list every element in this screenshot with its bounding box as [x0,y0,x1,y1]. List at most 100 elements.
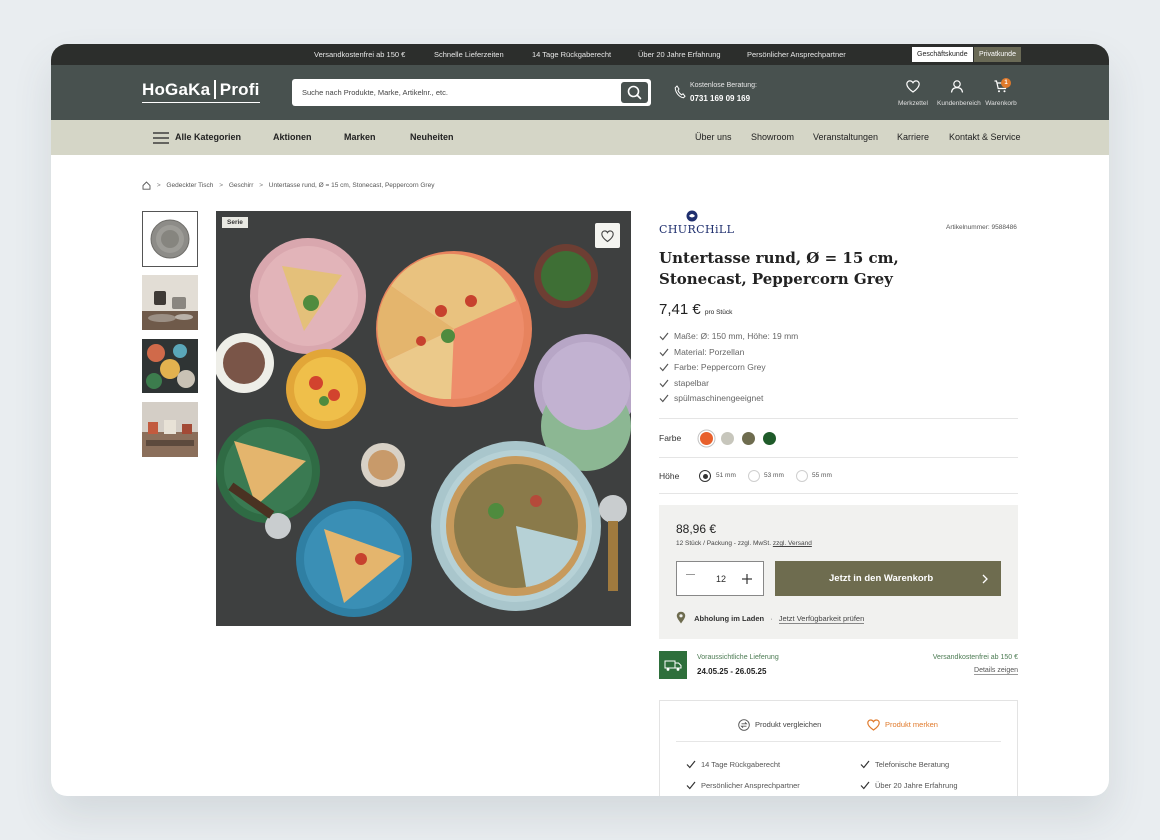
home-icon[interactable] [142,181,151,190]
quantity-value[interactable]: 12 [712,574,730,584]
check-icon [659,332,669,341]
location-pin-icon [676,611,686,624]
search-input[interactable] [302,85,602,100]
free-shipping-note: Versandkostenfrei ab 150 € [932,654,1018,661]
brand-name: CHURCHiLL [659,223,735,236]
nav-neuheiten[interactable]: Neuheiten [410,132,454,142]
gallery-thumbnail-2[interactable] [142,275,198,330]
compare-product-button[interactable]: Produkt vergleichen [738,719,821,731]
product-main-image[interactable]: Serie [216,211,631,626]
pickup-label: Abholung im Laden [694,614,765,623]
unit-price: 7,41 € pro Stück [659,301,732,318]
divider [659,418,1018,419]
segment-private[interactable]: Privatkunde [974,47,1021,62]
gallery-thumbnail-3[interactable] [142,339,198,393]
image-wishlist-button[interactable] [595,223,620,248]
article-number: Artikelnummer: 9588486 [946,224,1017,231]
cart-link[interactable]: 1 Warenkorb [981,78,1021,107]
delivery-dates: 24.05.25 - 26.05.25 [697,667,767,676]
color-label: Farbe [659,433,682,443]
check-icon [860,781,870,790]
usp-box-item: Über 20 Jahre Erfahrung [860,781,958,790]
breadcrumb-item[interactable]: Gedeckter Tisch [166,182,213,189]
height-option-label: 53 mm [764,472,784,479]
feature-item: Maße: Ø: 150 mm, Höhe: 19 mm [659,331,798,347]
nav-kontakt-service[interactable]: Kontakt & Service [949,132,1021,142]
phone-icon [674,85,686,99]
food-table-illustration [216,211,631,626]
check-icon [659,363,669,372]
divider [676,741,1001,742]
account-label: Kundenbereich [937,100,981,107]
cart-count-badge: 1 [1001,78,1011,88]
wishlist-link[interactable]: Merkzettel [893,80,933,107]
check-availability-link[interactable]: Jetzt Verfügbarkeit prüfen [778,614,865,624]
heart-icon [906,80,920,93]
account-link[interactable]: Kundenbereich [937,80,981,107]
heart-icon [601,230,614,243]
usp-item: Über 20 Jahre Erfahrung [638,50,721,59]
nav-marken[interactable]: Marken [344,132,376,142]
category-nav: Alle Kategorien Aktionen Marken Neuheite… [51,120,1109,155]
hamburger-menu-icon[interactable] [153,132,169,144]
height-label: Höhe [659,471,680,481]
shipping-details-link[interactable]: Details zeigen [974,667,1018,675]
gallery-thumbnail-1[interactable] [142,211,198,267]
search-button[interactable] [621,82,648,103]
check-icon [659,379,669,387]
unit-price-label: pro Stück [704,309,733,316]
saucer-thumbnail-image [150,219,190,259]
breadcrumb-current: Untertasse rund, Ø = 15 cm, Stonecast, P… [268,182,435,189]
height-option-55[interactable] [796,470,808,482]
heart-icon [867,719,880,731]
gallery-thumbnail-4[interactable] [142,402,198,457]
color-swatch-olive[interactable] [742,432,755,445]
series-badge: Serie [222,217,248,228]
nav-all-categories[interactable]: Alle Kategorien [175,132,241,142]
check-icon [659,348,669,356]
buffet-thumbnail-image [142,402,198,457]
cart-label: Warenkorb [985,100,1017,107]
nav-showroom[interactable]: Showroom [751,132,794,142]
shipping-link[interactable]: zzgl. Versand [773,540,812,547]
height-option-label: 55 mm [812,472,832,479]
breadcrumb: > Gedeckter Tisch > Geschirr > Untertass… [142,181,434,190]
color-swatch-green[interactable] [763,432,776,445]
brand-logo[interactable]: CHURCHiLL [659,210,734,236]
quantity-increase-button[interactable] [741,570,753,588]
nav-ueber-uns[interactable]: Über uns [695,132,732,142]
segment-business[interactable]: Geschäftskunde [912,47,973,62]
quantity-decrease-button[interactable] [686,574,695,575]
pack-info: 12 Stück / Packung - zzgl. MwSt. zzgl. V… [676,540,812,547]
usp-box-item: 14 Tage Rückgaberecht [686,760,780,769]
usp-box-item: Telefonische Beratung [860,760,949,769]
usp-item: 14 Tage Rückgaberecht [532,50,612,59]
color-swatch-grey[interactable] [721,432,734,445]
cups-thumbnail-image [142,275,198,330]
product-title: Untertasse rund, Ø = 15 cm, Stonecast, P… [659,249,899,288]
quantity-stepper: 12 [676,561,764,596]
search-icon [627,85,642,100]
remember-product-button[interactable]: Produkt merken [867,719,938,731]
logo-text-left: HoGaKa [142,80,211,99]
height-option-label: 51 mm [716,472,736,479]
breadcrumb-item[interactable]: Geschirr [229,182,254,189]
nav-karriere[interactable]: Karriere [897,132,929,142]
feature-item: Farbe: Peppercorn Grey [659,362,798,378]
contact-phone: 0731 169 09 169 [690,94,751,103]
nav-aktionen[interactable]: Aktionen [273,132,312,142]
check-icon [860,760,870,769]
delivery-truck-box [659,651,687,679]
height-option-51[interactable] [699,470,711,482]
divider [659,457,1018,458]
search-box [292,79,651,106]
color-swatch-orange[interactable] [700,432,713,445]
feature-item: stapelbar [659,378,798,394]
logo[interactable]: HoGaKa Profi [142,80,260,103]
main-header: HoGaKa Profi Kostenlose Beratung: 0731 16… [51,65,1109,120]
usp-item: Versandkostenfrei ab 150 € [314,50,406,59]
add-to-cart-button[interactable]: Jetzt in den Warenkorb [775,561,1001,596]
nav-veranstaltungen[interactable]: Veranstaltungen [813,132,878,142]
usp-item: Schnelle Lieferzeiten [434,50,504,59]
height-option-53[interactable] [748,470,760,482]
